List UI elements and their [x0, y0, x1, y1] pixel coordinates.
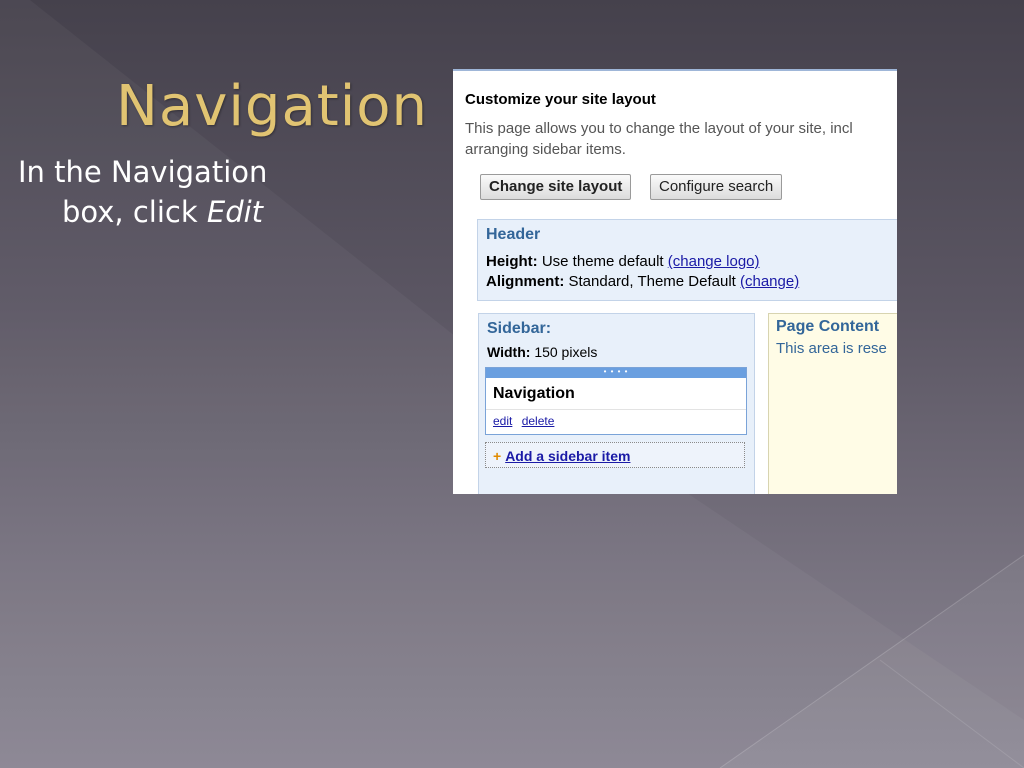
change-logo-link[interactable]: (change logo) — [668, 253, 760, 270]
edit-link[interactable]: edit — [493, 414, 512, 428]
page-content-title: Page Content — [776, 318, 880, 335]
navigation-widget-title: Navigation — [493, 385, 575, 402]
height-label: Height: — [486, 253, 538, 270]
alignment-value: Standard, Theme Default — [568, 273, 736, 290]
sidebar-width-row: Width: 150 pixels — [487, 344, 597, 360]
configure-search-button[interactable]: Configure search — [650, 174, 783, 200]
delete-link[interactable]: delete — [522, 414, 555, 428]
header-section: Header Height: Use theme default (change… — [477, 219, 897, 301]
instruction-line-1: In the Navigation — [18, 155, 268, 189]
header-alignment-row: Alignment: Standard, Theme Default (chan… — [486, 273, 799, 290]
widget-actions: edit delete — [493, 414, 560, 428]
drag-handle[interactable]: • • • • — [486, 368, 746, 378]
layout-description: This page allows you to change the layou… — [465, 118, 897, 160]
instruction-text: In the Navigation box, click Edit — [18, 152, 318, 232]
navigation-widget: • • • • Navigation edit delete — [485, 367, 747, 435]
sidebar-section: Sidebar: Width: 150 pixels • • • • Navig… — [478, 313, 755, 494]
instruction-prefix: box, click — [62, 195, 207, 229]
description-line-2: arranging sidebar items. — [465, 141, 626, 158]
alignment-label: Alignment: — [486, 273, 565, 290]
page-content-section: Page Content This area is rese — [768, 313, 897, 494]
customize-layout-heading: Customize your site layout — [465, 91, 656, 108]
description-line-1: This page allows you to change the layou… — [465, 120, 853, 137]
plus-icon: + — [493, 448, 502, 464]
width-label: Width: — [487, 344, 531, 360]
height-value: Use theme default — [541, 253, 664, 270]
slide-title: Navigation — [116, 74, 429, 139]
add-sidebar-item-link[interactable]: Add a sidebar item — [505, 448, 630, 464]
change-alignment-link[interactable]: (change) — [740, 273, 799, 290]
instruction-edit-emphasis: Edit — [206, 195, 264, 229]
header-section-title: Header — [486, 226, 541, 243]
sidebar-section-title: Sidebar: — [487, 320, 552, 337]
header-height-row: Height: Use theme default (change logo) — [486, 253, 760, 270]
add-sidebar-item-row: + Add a sidebar item — [485, 442, 745, 468]
change-site-layout-button[interactable]: Change site layout — [480, 174, 632, 200]
widget-divider — [486, 409, 746, 410]
page-content-text: This area is rese — [776, 340, 887, 357]
layout-screenshot: Customize your site layout This page all… — [453, 69, 897, 494]
instruction-line-2: box, click Edit — [18, 192, 318, 232]
width-value: 150 pixels — [534, 344, 598, 360]
